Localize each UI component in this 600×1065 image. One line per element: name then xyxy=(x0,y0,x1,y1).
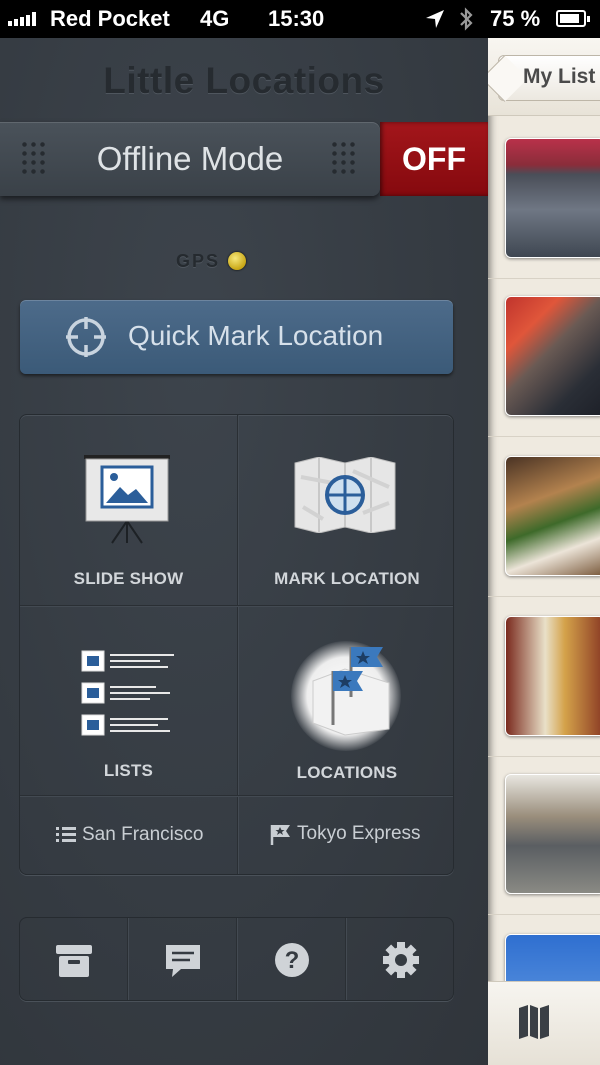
locations-label: LOCATIONS xyxy=(296,763,398,782)
list-view: My List xyxy=(488,38,600,1065)
current-list-name: San Francisco xyxy=(82,824,204,845)
gps-status-light-icon xyxy=(228,252,247,270)
location-thumbnail[interactable] xyxy=(505,138,600,258)
divider xyxy=(20,605,453,607)
feedback-button[interactable] xyxy=(129,918,237,1000)
divider xyxy=(488,914,600,915)
battery-icon xyxy=(556,10,590,27)
back-button-label: My List xyxy=(523,65,596,88)
signal-icon xyxy=(8,12,36,26)
current-location-name: Tokyo Express xyxy=(297,823,421,844)
gps-label: GPS xyxy=(176,250,221,271)
nav-bar: My List xyxy=(488,38,600,116)
lists-label: LISTS xyxy=(103,761,154,780)
location-thumbnail[interactable] xyxy=(505,616,600,736)
status-bar: Red Pocket 4G 15:30 75 % xyxy=(0,0,600,38)
offline-mode-row: Offline Mode OFF xyxy=(0,122,488,198)
location-thumbnail[interactable] xyxy=(505,774,600,894)
offline-mode-label: Offline Mode xyxy=(96,140,284,177)
divider xyxy=(488,278,600,279)
chat-icon xyxy=(166,945,200,977)
divider xyxy=(488,436,600,437)
offline-mode-toggle[interactable]: OFF xyxy=(380,122,488,196)
back-button[interactable]: My List xyxy=(498,55,600,101)
offline-mode-handle[interactable]: Offline Mode xyxy=(0,122,380,196)
current-list-button[interactable]: San Francisco xyxy=(20,797,237,874)
lists-tile[interactable]: LISTS xyxy=(20,607,237,795)
slide-show-label: SLIDE SHOW xyxy=(73,569,184,588)
mark-location-label: MARK LOCATION xyxy=(274,569,420,588)
current-location-button[interactable]: Tokyo Express xyxy=(239,797,453,874)
battery-percent: 75 % xyxy=(490,6,541,31)
location-thumbnail[interactable] xyxy=(505,296,600,416)
settings-icon xyxy=(383,942,419,978)
slide-show-tile[interactable]: SLIDE SHOW xyxy=(20,415,237,605)
flag-icon xyxy=(270,825,290,845)
archive-icon xyxy=(56,945,92,977)
bluetooth-icon xyxy=(460,7,473,31)
divider xyxy=(488,596,600,597)
divider xyxy=(488,756,600,757)
gps-indicator: GPS xyxy=(176,250,247,272)
network-type: 4G xyxy=(200,6,230,31)
main-menu-grid: SLIDE SHOW MARK LOCATION LISTS LOCATIONS… xyxy=(19,414,454,875)
archive-button[interactable] xyxy=(20,918,128,1000)
grip-icon xyxy=(330,140,356,178)
clock: 15:30 xyxy=(268,6,325,31)
carrier-name: Red Pocket xyxy=(50,6,170,31)
quick-mark-label: Quick Mark Location xyxy=(128,320,384,351)
crosshair-icon xyxy=(66,317,106,357)
lists-icon xyxy=(81,650,174,736)
svg-text:?: ? xyxy=(285,947,300,974)
map-icon[interactable] xyxy=(518,1004,550,1040)
flags-map-icon xyxy=(312,647,390,736)
list-icon xyxy=(56,827,76,842)
app-title: Little Locations xyxy=(103,60,385,101)
map-toolbar xyxy=(488,981,600,1065)
map-target-icon xyxy=(294,457,396,533)
location-thumbnail[interactable] xyxy=(505,456,600,576)
location-arrow-icon xyxy=(426,10,444,28)
slideshow-icon xyxy=(84,455,170,544)
settings-button[interactable] xyxy=(347,918,453,1000)
mark-location-tile[interactable]: MARK LOCATION xyxy=(239,415,453,605)
bottom-toolbar: ? xyxy=(19,917,454,1001)
grip-icon xyxy=(20,140,46,178)
side-menu: Little Locations Offline Mode OFF GPS Qu… xyxy=(0,38,488,1065)
help-button[interactable]: ? xyxy=(238,918,346,1000)
help-icon: ? xyxy=(275,943,309,977)
locations-tile[interactable]: LOCATIONS xyxy=(239,607,453,795)
quick-mark-location-button[interactable]: Quick Mark Location xyxy=(20,300,453,374)
